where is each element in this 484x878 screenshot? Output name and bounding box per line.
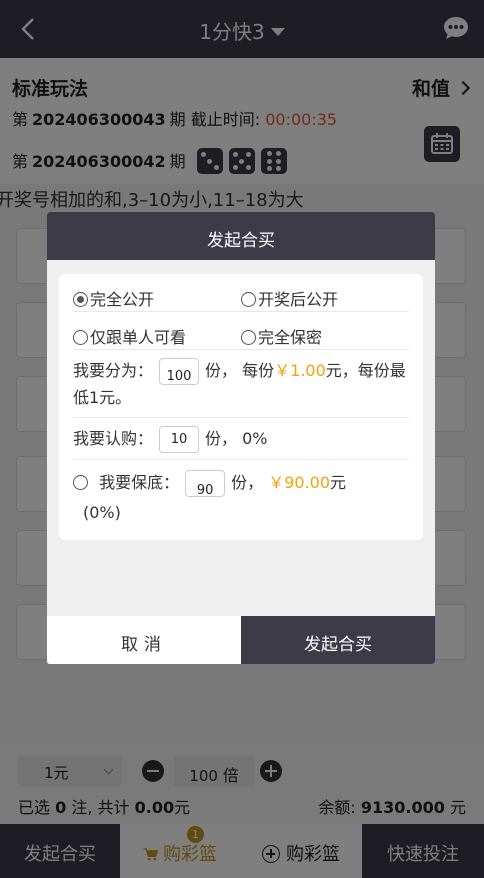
per-share-unit: 元， — [325, 361, 358, 380]
split-shares-input[interactable]: 100 — [159, 358, 200, 385]
visibility-option-private[interactable]: 完全保密 — [241, 324, 322, 348]
visibility-row-1: 完全公开 开奖后公开 — [73, 274, 409, 312]
confirm-group-buy-button[interactable]: 发起合买 — [241, 616, 435, 664]
guarantee-label: 我要保底： — [99, 473, 180, 492]
radio-unchecked-icon — [73, 475, 88, 490]
option-label: 开奖后公开 — [258, 290, 339, 309]
dialog-footer: 取消 发起合买 — [47, 616, 435, 664]
guarantee-row: 我要保底： 90 份， ￥90.00元 (0%) — [73, 460, 409, 530]
cancel-button[interactable]: 取消 — [47, 616, 241, 664]
radio-unchecked-icon — [241, 330, 256, 345]
radio-checked-icon — [73, 292, 88, 307]
option-label: 完全公开 — [90, 290, 155, 309]
guarantee-shares-input[interactable]: 90 — [185, 470, 226, 498]
per-share-label: 每份 — [242, 361, 275, 380]
subscribe-row: 我要认购： 10 份， 0% — [73, 418, 409, 460]
radio-unchecked-icon — [73, 330, 88, 345]
dialog-title: 发起合买 — [47, 212, 435, 260]
group-buy-form: 完全公开 开奖后公开 仅跟单人可看 完全保密 我要分为： 100 份， 每份￥1.0… — [59, 274, 423, 540]
guarantee-percent: (0%) — [83, 503, 121, 522]
subscribe-unit: 份， — [205, 429, 238, 448]
option-label: 完全保密 — [258, 328, 323, 347]
split-unit: 份， — [205, 361, 238, 380]
visibility-option-after-draw[interactable]: 开奖后公开 — [241, 286, 338, 310]
split-shares-row: 我要分为： 100 份， 每份￥1.00元，每份最低1元。 — [73, 350, 409, 418]
subscribe-label: 我要认购： — [73, 429, 154, 448]
guarantee-amount-unit: 元 — [330, 473, 347, 492]
guarantee-checkbox[interactable] — [73, 473, 90, 492]
guarantee-amount: ￥90.00 — [268, 473, 331, 492]
guarantee-unit: 份， — [231, 473, 264, 492]
per-share-price: ￥1.00 — [274, 361, 326, 380]
visibility-row-2: 仅跟单人可看 完全保密 — [73, 312, 409, 350]
visibility-option-followers[interactable]: 仅跟单人可看 — [73, 324, 186, 348]
option-label: 仅跟单人可看 — [90, 328, 187, 347]
split-label: 我要分为： — [73, 361, 154, 380]
radio-unchecked-icon — [241, 292, 256, 307]
subscribe-shares-input[interactable]: 10 — [159, 426, 200, 453]
subscribe-percent: 0% — [242, 429, 268, 448]
group-buy-dialog: 发起合买 完全公开 开奖后公开 仅跟单人可看 完全保密 我要分为： 100 份， 每… — [47, 212, 435, 664]
visibility-option-public[interactable]: 完全公开 — [73, 286, 154, 310]
